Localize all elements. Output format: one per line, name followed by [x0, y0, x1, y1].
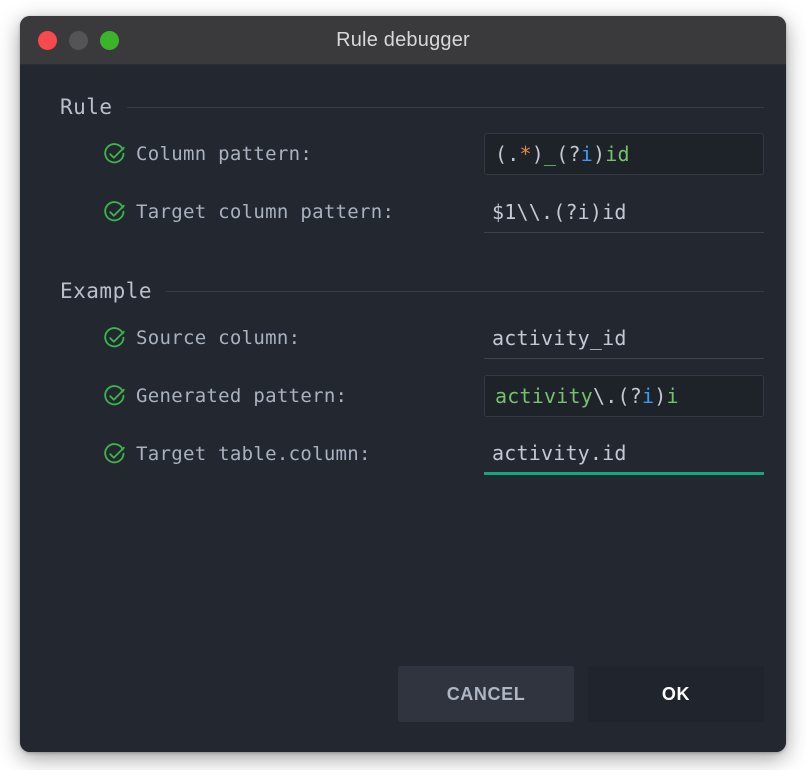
field-wrap-source-column: activity_id [484, 317, 764, 359]
label-target-column-pattern: Target column pattern: [136, 201, 394, 223]
rule-debugger-dialog: Rule debugger Rule Column pattern: (.*)_… [20, 16, 786, 752]
row-source-column: Source column: activity_id [42, 309, 764, 367]
ok-button[interactable]: OK [588, 666, 764, 722]
field-wrap-target-table-column: activity.id [484, 433, 764, 475]
close-window-button[interactable] [38, 31, 57, 50]
section-header-rule: Rule [60, 95, 764, 119]
check-circle-icon [104, 143, 126, 165]
field-wrap-target-column-pattern: $1\\.(?i)id [484, 191, 764, 233]
label-target-table-column: Target table.column: [136, 443, 371, 465]
input-column-pattern-value: (.*)_(?i)id [495, 142, 630, 166]
label-column-pattern: Column pattern: [136, 143, 312, 165]
field-wrap-column-pattern: (.*)_(?i)id [484, 133, 764, 175]
section-title-rule: Rule [60, 95, 113, 119]
input-target-table-column-value: activity.id [492, 441, 627, 465]
row-column-pattern: Column pattern: (.*)_(?i)id [42, 125, 764, 183]
cancel-button[interactable]: CANCEL [398, 666, 574, 722]
example-rows: Source column: activity_id Generated pat… [42, 309, 764, 483]
input-source-column[interactable]: activity_id [484, 317, 764, 359]
section-divider [127, 107, 764, 108]
section-header-example: Example [60, 279, 764, 303]
rule-rows: Column pattern: (.*)_(?i)id Target colum… [42, 125, 764, 241]
dialog-content: Rule Column pattern: (.*)_(?i)id [20, 65, 786, 666]
row-target-column-pattern: Target column pattern: $1\\.(?i)id [42, 183, 764, 241]
input-generated-pattern-value: activity\.(?i)i [495, 384, 679, 408]
check-circle-icon [104, 385, 126, 407]
input-target-column-pattern[interactable]: $1\\.(?i)id [484, 191, 764, 233]
input-target-column-pattern-value: $1\\.(?i)id [492, 200, 627, 224]
row-generated-pattern: Generated pattern: activity\.(?i)i [42, 367, 764, 425]
minimize-window-button[interactable] [69, 31, 88, 50]
input-source-column-value: activity_id [492, 326, 627, 350]
title-bar: Rule debugger [20, 16, 786, 65]
row-target-table-column: Target table.column: activity.id [42, 425, 764, 483]
window-controls [38, 31, 119, 50]
section-title-example: Example [60, 279, 152, 303]
field-wrap-generated-pattern: activity\.(?i)i [484, 375, 764, 417]
check-circle-icon [104, 327, 126, 349]
window-title: Rule debugger [20, 29, 786, 52]
dialog-footer: CANCEL OK [20, 666, 786, 752]
label-generated-pattern: Generated pattern: [136, 385, 347, 407]
check-circle-icon [104, 443, 126, 465]
section-divider [166, 291, 764, 292]
check-circle-icon [104, 201, 126, 223]
input-target-table-column[interactable]: activity.id [484, 433, 764, 475]
label-source-column: Source column: [136, 327, 300, 349]
zoom-window-button[interactable] [100, 31, 119, 50]
input-generated-pattern[interactable]: activity\.(?i)i [484, 375, 764, 417]
input-column-pattern[interactable]: (.*)_(?i)id [484, 133, 764, 175]
